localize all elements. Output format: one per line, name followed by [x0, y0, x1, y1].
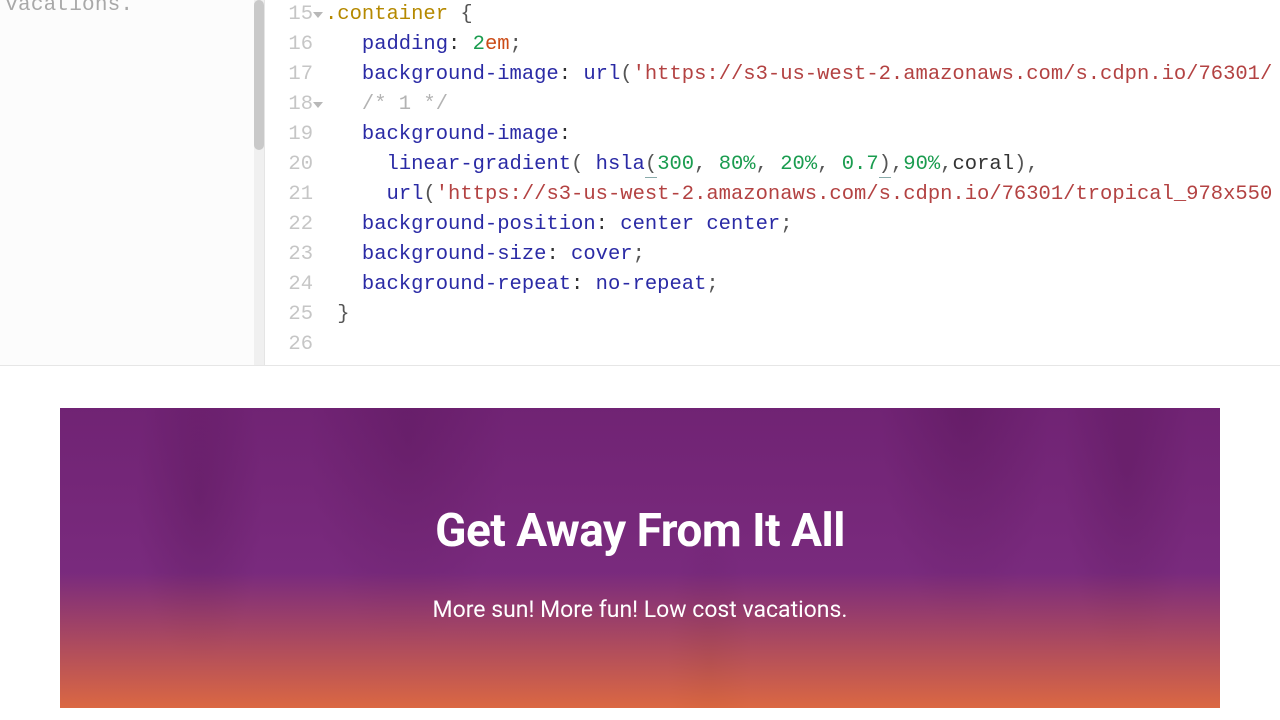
- css-editor-code[interactable]: .container { padding: 2em; background-im…: [325, 0, 1280, 365]
- html-editor-scrollbar-thumb[interactable]: [254, 0, 264, 150]
- code-line[interactable]: background-position: center center;: [325, 210, 1280, 240]
- line-number: 17: [265, 60, 313, 90]
- html-editor-text-fragment[interactable]: Low cost vacations.: [0, 0, 133, 17]
- hero-subheading: More sun! More fun! Low cost vacations.: [60, 596, 1220, 623]
- code-line[interactable]: padding: 2em;: [325, 30, 1280, 60]
- html-editor-scrollbar-track[interactable]: [254, 0, 264, 365]
- line-number: 15: [265, 0, 313, 30]
- line-number: 19: [265, 120, 313, 150]
- html-editor-pane[interactable]: Low cost vacations.: [0, 0, 265, 365]
- line-number: 25: [265, 300, 313, 330]
- code-line[interactable]: background-image:: [325, 120, 1280, 150]
- codepen-workspace: Low cost vacations. 15161718192021222324…: [0, 0, 1280, 720]
- code-line[interactable]: background-image: url('https://s3-us-wes…: [325, 60, 1280, 90]
- code-line[interactable]: .container {: [325, 0, 1280, 30]
- line-number: 22: [265, 210, 313, 240]
- line-number: 16: [265, 30, 313, 60]
- line-number: 23: [265, 240, 313, 270]
- code-line[interactable]: background-size: cover;: [325, 240, 1280, 270]
- line-number: 24: [265, 270, 313, 300]
- preview-pane: Get Away From It All More sun! More fun!…: [0, 380, 1280, 720]
- line-number: 18: [265, 90, 313, 120]
- code-line[interactable]: background-repeat: no-repeat;: [325, 270, 1280, 300]
- css-editor-pane[interactable]: 151617181920212223242526 .container { pa…: [265, 0, 1280, 365]
- code-line[interactable]: }: [325, 300, 1280, 330]
- editors-row: Low cost vacations. 15161718192021222324…: [0, 0, 1280, 365]
- hero-container: Get Away From It All More sun! More fun!…: [60, 408, 1220, 708]
- code-line[interactable]: /* 1 */: [325, 90, 1280, 120]
- line-number: 20: [265, 150, 313, 180]
- code-line[interactable]: linear-gradient( hsla(300, 80%, 20%, 0.7…: [325, 150, 1280, 180]
- line-number: 26: [265, 330, 313, 360]
- line-number: 21: [265, 180, 313, 210]
- code-line[interactable]: url('https://s3-us-west-2.amazonaws.com/…: [325, 180, 1280, 210]
- css-editor-gutter: 151617181920212223242526: [265, 0, 325, 365]
- hero-heading: Get Away From It All: [60, 504, 1220, 558]
- pane-divider[interactable]: [0, 365, 1280, 380]
- code-line[interactable]: [325, 330, 1280, 360]
